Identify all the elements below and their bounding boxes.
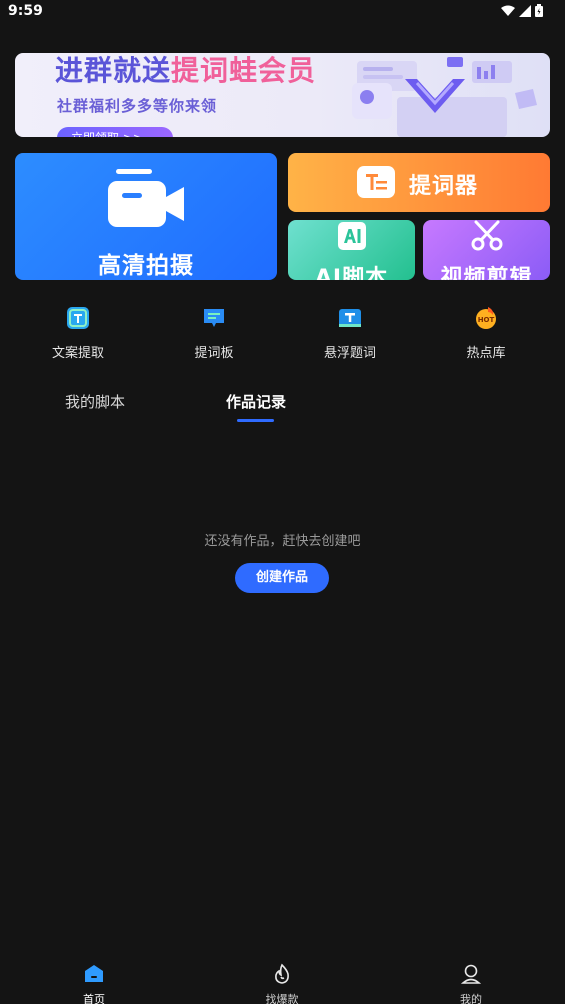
tab-works-record[interactable]: 作品记录 bbox=[226, 391, 286, 412]
prompter-label: 提词器 bbox=[409, 174, 479, 199]
signal-icon bbox=[519, 4, 531, 17]
profile-icon bbox=[460, 964, 482, 984]
ai-icon bbox=[338, 222, 366, 250]
tool-text-extract[interactable]: 文案提取 bbox=[28, 306, 128, 361]
tab-active-indicator bbox=[237, 419, 274, 422]
hd-shoot-card[interactable]: 高清拍摄 bbox=[15, 153, 277, 280]
status-icons bbox=[501, 4, 543, 17]
tools-row: 文案提取 提词板 悬浮题词 HOT 热点库 bbox=[0, 306, 565, 361]
tool-label: 热点库 bbox=[466, 346, 506, 361]
nav-label: 首页 bbox=[83, 993, 105, 1004]
hot-badge-text: HOT bbox=[478, 316, 495, 324]
tool-floating-prompt[interactable]: 悬浮题词 bbox=[300, 306, 400, 361]
floating-prompt-icon bbox=[339, 309, 361, 327]
wifi-icon bbox=[501, 5, 515, 16]
tool-prompt-board[interactable]: 提词板 bbox=[164, 306, 264, 361]
nav-home[interactable]: 首页 bbox=[54, 963, 134, 1004]
empty-state-message: 还没有作品，赶快去创建吧 bbox=[204, 534, 361, 549]
video-camera-icon bbox=[108, 169, 184, 227]
banner-title-highlight: 提词蛙会员 bbox=[171, 54, 317, 87]
text-extract-icon bbox=[67, 307, 89, 329]
prompter-card[interactable]: 提词器 bbox=[288, 153, 550, 212]
battery-icon bbox=[535, 4, 543, 17]
prompt-board-icon bbox=[204, 309, 224, 327]
tool-label: 悬浮题词 bbox=[323, 346, 376, 361]
prompter-icon bbox=[357, 166, 395, 198]
ai-script-card[interactable]: AI脚本 bbox=[288, 220, 415, 280]
tab-my-scripts[interactable]: 我的脚本 bbox=[65, 391, 125, 412]
hot-topics-icon: HOT bbox=[476, 307, 496, 329]
scissors-icon bbox=[471, 220, 503, 251]
bottom-nav: 首页 找爆款 我的 bbox=[0, 955, 565, 1004]
banner-subtitle: 社群福利多多等你来领 bbox=[57, 97, 218, 115]
video-edit-label: 视频剪辑 bbox=[440, 266, 533, 280]
ai-script-label: AI脚本 bbox=[314, 266, 389, 280]
banner-title-part1: 进群就送 bbox=[55, 54, 172, 87]
tool-label: 提词板 bbox=[194, 346, 234, 361]
nav-label: 我的 bbox=[460, 993, 482, 1004]
banner-title: 进群就送提词蛙会员 bbox=[55, 53, 316, 89]
banner-claim-button[interactable]: 立即领取 >> bbox=[57, 127, 173, 137]
nav-find-hits[interactable]: 找爆款 bbox=[242, 963, 322, 1004]
fire-icon bbox=[275, 963, 289, 984]
home-icon bbox=[85, 965, 103, 982]
nav-label: 找爆款 bbox=[265, 993, 299, 1004]
status-bar: 9:59 bbox=[0, 0, 565, 24]
tool-label: 文案提取 bbox=[51, 346, 104, 361]
create-work-button[interactable]: 创建作品 bbox=[235, 563, 329, 593]
hd-shoot-label: 高清拍摄 bbox=[98, 253, 194, 279]
video-edit-card[interactable]: 视频剪辑 bbox=[423, 220, 550, 280]
banner-illustration bbox=[352, 57, 537, 137]
status-time: 9:59 bbox=[8, 3, 43, 19]
promo-banner[interactable]: 进群就送提词蛙会员 社群福利多多等你来领 立即领取 >> bbox=[15, 53, 550, 137]
tool-hot-topics[interactable]: HOT 热点库 bbox=[436, 306, 536, 361]
nav-profile[interactable]: 我的 bbox=[431, 963, 511, 1004]
